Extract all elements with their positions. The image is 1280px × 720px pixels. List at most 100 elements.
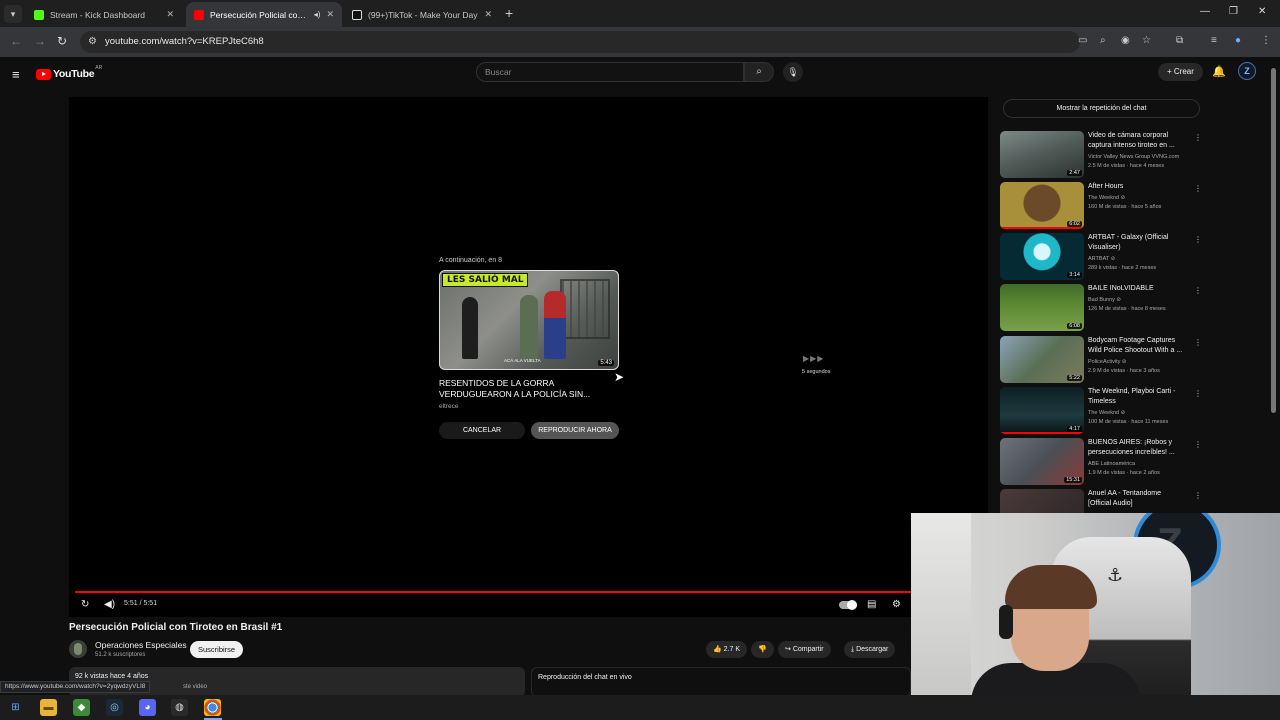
create-button[interactable]: + Crear [1158,63,1203,81]
recommendation-item[interactable]: 2:47 Video de cámara corporal captura in… [1000,131,1202,179]
recommendation-title[interactable]: Anuel AA - Tentandome [Official Audio] [1088,489,1186,508]
reload-icon[interactable]: ↻ [57,34,67,48]
more-options-icon[interactable]: ⋮ [1194,389,1202,398]
steam-icon[interactable]: ◎ [106,699,123,716]
recommendation-item[interactable]: 6:02 After Hours The Weeknd ⊘ 160 M de v… [1000,182,1202,230]
play-now-button[interactable]: REPRODUCIR AHORA [531,422,619,439]
more-options-icon[interactable]: ⋮ [1194,133,1202,142]
new-tab-button[interactable]: + [505,5,513,21]
recommendation-channel[interactable]: Victor Valley News Group VVNG.com [1088,154,1179,160]
tab-kick-dashboard[interactable]: Stream - Kick Dashboard ✕ [26,2,182,27]
tab-youtube-video[interactable]: Persecución Policial con Tiro ◂) ✕ [186,2,342,27]
upnext-title[interactable]: RESENTIDOS DE LA GORRA VERDUGUEARON A LA… [439,378,619,400]
app-icon[interactable]: ◆ [73,699,90,716]
recommendation-thumbnail[interactable]: 5:22 [1000,336,1084,383]
recommendation-channel[interactable]: Bad Bunny ⊘ [1088,297,1121,303]
channel-name[interactable]: Operaciones Especiales [95,640,187,650]
obs-icon[interactable]: ◍ [171,699,188,716]
cancel-autoplay-button[interactable]: CANCELAR [439,422,525,439]
recommendation-channel[interactable]: ARTBAT ⊘ [1088,256,1115,262]
reading-list-icon[interactable]: ≡ [1211,35,1217,46]
restore-icon[interactable]: ❐ [1229,6,1238,17]
settings-gear-icon[interactable]: ⚙ [892,599,901,610]
back-icon[interactable]: ← [10,34,22,48]
chrome-icon[interactable] [204,699,221,716]
forward-icon[interactable]: → [34,34,46,48]
search-input[interactable]: Buscar [476,62,744,82]
recommendation-channel[interactable]: The Weeknd ⊘ [1088,195,1125,201]
account-avatar[interactable]: Z [1238,62,1256,80]
subscribe-button[interactable]: Suscribirse [190,641,244,658]
menu-kebab-icon[interactable]: ⋮ [1261,35,1271,46]
page-scrollbar[interactable] [1271,68,1276,413]
more-options-icon[interactable]: ⋮ [1194,491,1200,500]
recommendation-item[interactable]: 4:17 The Weeknd, Playboi Carti - Timeles… [1000,387,1202,435]
recommendation-title[interactable]: BAILE INoLVIDABLE [1088,284,1186,294]
file-explorer-icon[interactable]: ▬ [40,699,57,716]
video-player[interactable]: A continuación, en 8 LES SALIÓ MAL ACÁ A… [69,97,988,617]
site-info-icon[interactable]: ⚙ [88,36,97,47]
autoplay-toggle[interactable] [839,600,857,610]
channel-avatar[interactable] [69,640,87,658]
more-options-icon[interactable]: ⋮ [1194,235,1202,244]
like-button[interactable]: 👍 2.7 K [706,641,748,658]
discord-icon[interactable]: ◕ [139,699,156,716]
recommendation-title[interactable]: BUENOS AIRES: ¡Robos y persecuciones inc… [1088,438,1186,457]
more-options-icon[interactable]: ⋮ [1194,440,1202,449]
close-icon[interactable]: ✕ [166,9,174,20]
share-button[interactable]: ↪ Compartir [778,641,831,658]
progress-bar[interactable] [75,591,982,593]
zoom-icon[interactable]: ⌕ [1100,35,1106,46]
volume-icon[interactable]: ◀) [104,599,115,610]
upnext-thumbnail[interactable]: LES SALIÓ MAL ACÁ ALA VUELTA 5:43 [439,270,619,370]
more-options-icon[interactable]: ⋮ [1194,184,1202,193]
recommendation-channel[interactable]: PoliceActivity ⊘ [1088,359,1127,365]
recommendation-title[interactable]: ARTBAT - Galaxy (Official Visualiser) [1088,233,1186,252]
recommendation-item[interactable]: 3:14 ARTBAT - Galaxy (Official Visualise… [1000,233,1202,281]
recommendation-thumbnail[interactable]: 3:14 [1000,233,1084,280]
recommendation-channel[interactable]: The Weeknd ⊘ [1088,410,1125,416]
bookmark-star-icon[interactable]: ☆ [1142,35,1151,46]
search-button[interactable]: ⌕ [744,62,774,82]
recommendation-title[interactable]: After Hours [1088,182,1186,192]
tab-tiktok[interactable]: (99+)TikTok - Make Your Day ✕ [344,2,500,27]
download-button[interactable]: ⤓ Descargar [844,641,896,658]
recommendation-title[interactable]: Bodycam Footage Captures Wild Police Sho… [1088,336,1186,355]
show-chat-replay-button[interactable]: Mostrar la repetición del chat [1003,99,1200,118]
more-options-icon[interactable]: ⋮ [1194,338,1202,347]
recommendation-title[interactable]: Video de cámara corporal captura intenso… [1088,131,1186,150]
recommendation-channel[interactable]: ABE Latinoamérica [1088,461,1135,467]
recommendation-item[interactable]: 15:31 BUENOS AIRES: ¡Robos y persecucion… [1000,438,1202,486]
more-options-icon[interactable]: ⋮ [1194,286,1202,295]
extensions-icon[interactable]: ⧉ [1176,35,1183,46]
subtitles-icon[interactable]: ▤ [867,599,876,610]
recommendation-thumbnail[interactable]: 2:47 [1000,131,1084,178]
recommendation-item[interactable]: Anuel AA - Tentandome [Official Audio] ⋮ [1000,489,1200,513]
replay-icon[interactable]: ↻ [81,599,89,610]
voice-search-button[interactable]: 🎙 [783,62,803,82]
close-icon[interactable]: ✕ [484,9,492,20]
youtube-logo[interactable]: YouTube AR [36,65,102,80]
live-chat-replay-panel[interactable]: Reproducción del chat en vivo [531,667,911,697]
notifications-bell-icon[interactable]: 🔔 [1212,65,1226,78]
recommendation-thumbnail[interactable]: 6:02 [1000,182,1084,229]
address-bar[interactable]: ⚙ youtube.com/watch?v=KREPJteC6h8 [80,31,1080,53]
close-window-icon[interactable]: ✕ [1258,6,1266,17]
speaker-icon[interactable]: ◂) [314,10,321,19]
hamburger-menu-icon[interactable]: ≡ [12,67,20,82]
recommendation-item[interactable]: 6:08 BAILE INoLVIDABLE Bad Bunny ⊘ 126 M… [1000,284,1202,332]
recommendation-item[interactable]: 5:22 Bodycam Footage Captures Wild Polic… [1000,336,1202,384]
recommendation-thumbnail[interactable]: 15:31 [1000,438,1084,485]
windows-start-icon[interactable]: ⊞ [7,699,24,716]
profile-icon[interactable]: ● [1235,35,1241,46]
recommendation-title[interactable]: The Weeknd, Playboi Carti - Timeless [1088,387,1186,406]
recommendation-thumbnail[interactable] [1000,489,1084,513]
close-icon[interactable]: ✕ [326,9,334,20]
cast-icon[interactable]: ▭ [1078,35,1087,46]
recommendation-thumbnail[interactable]: 4:17 [1000,387,1084,434]
dislike-button[interactable]: 👎 [751,641,774,658]
minimize-icon[interactable]: — [1200,6,1210,17]
recommendation-thumbnail[interactable]: 6:08 [1000,284,1084,331]
eye-off-icon[interactable]: ◉ [1121,35,1130,46]
tab-search-button[interactable]: ▾ [4,5,22,23]
